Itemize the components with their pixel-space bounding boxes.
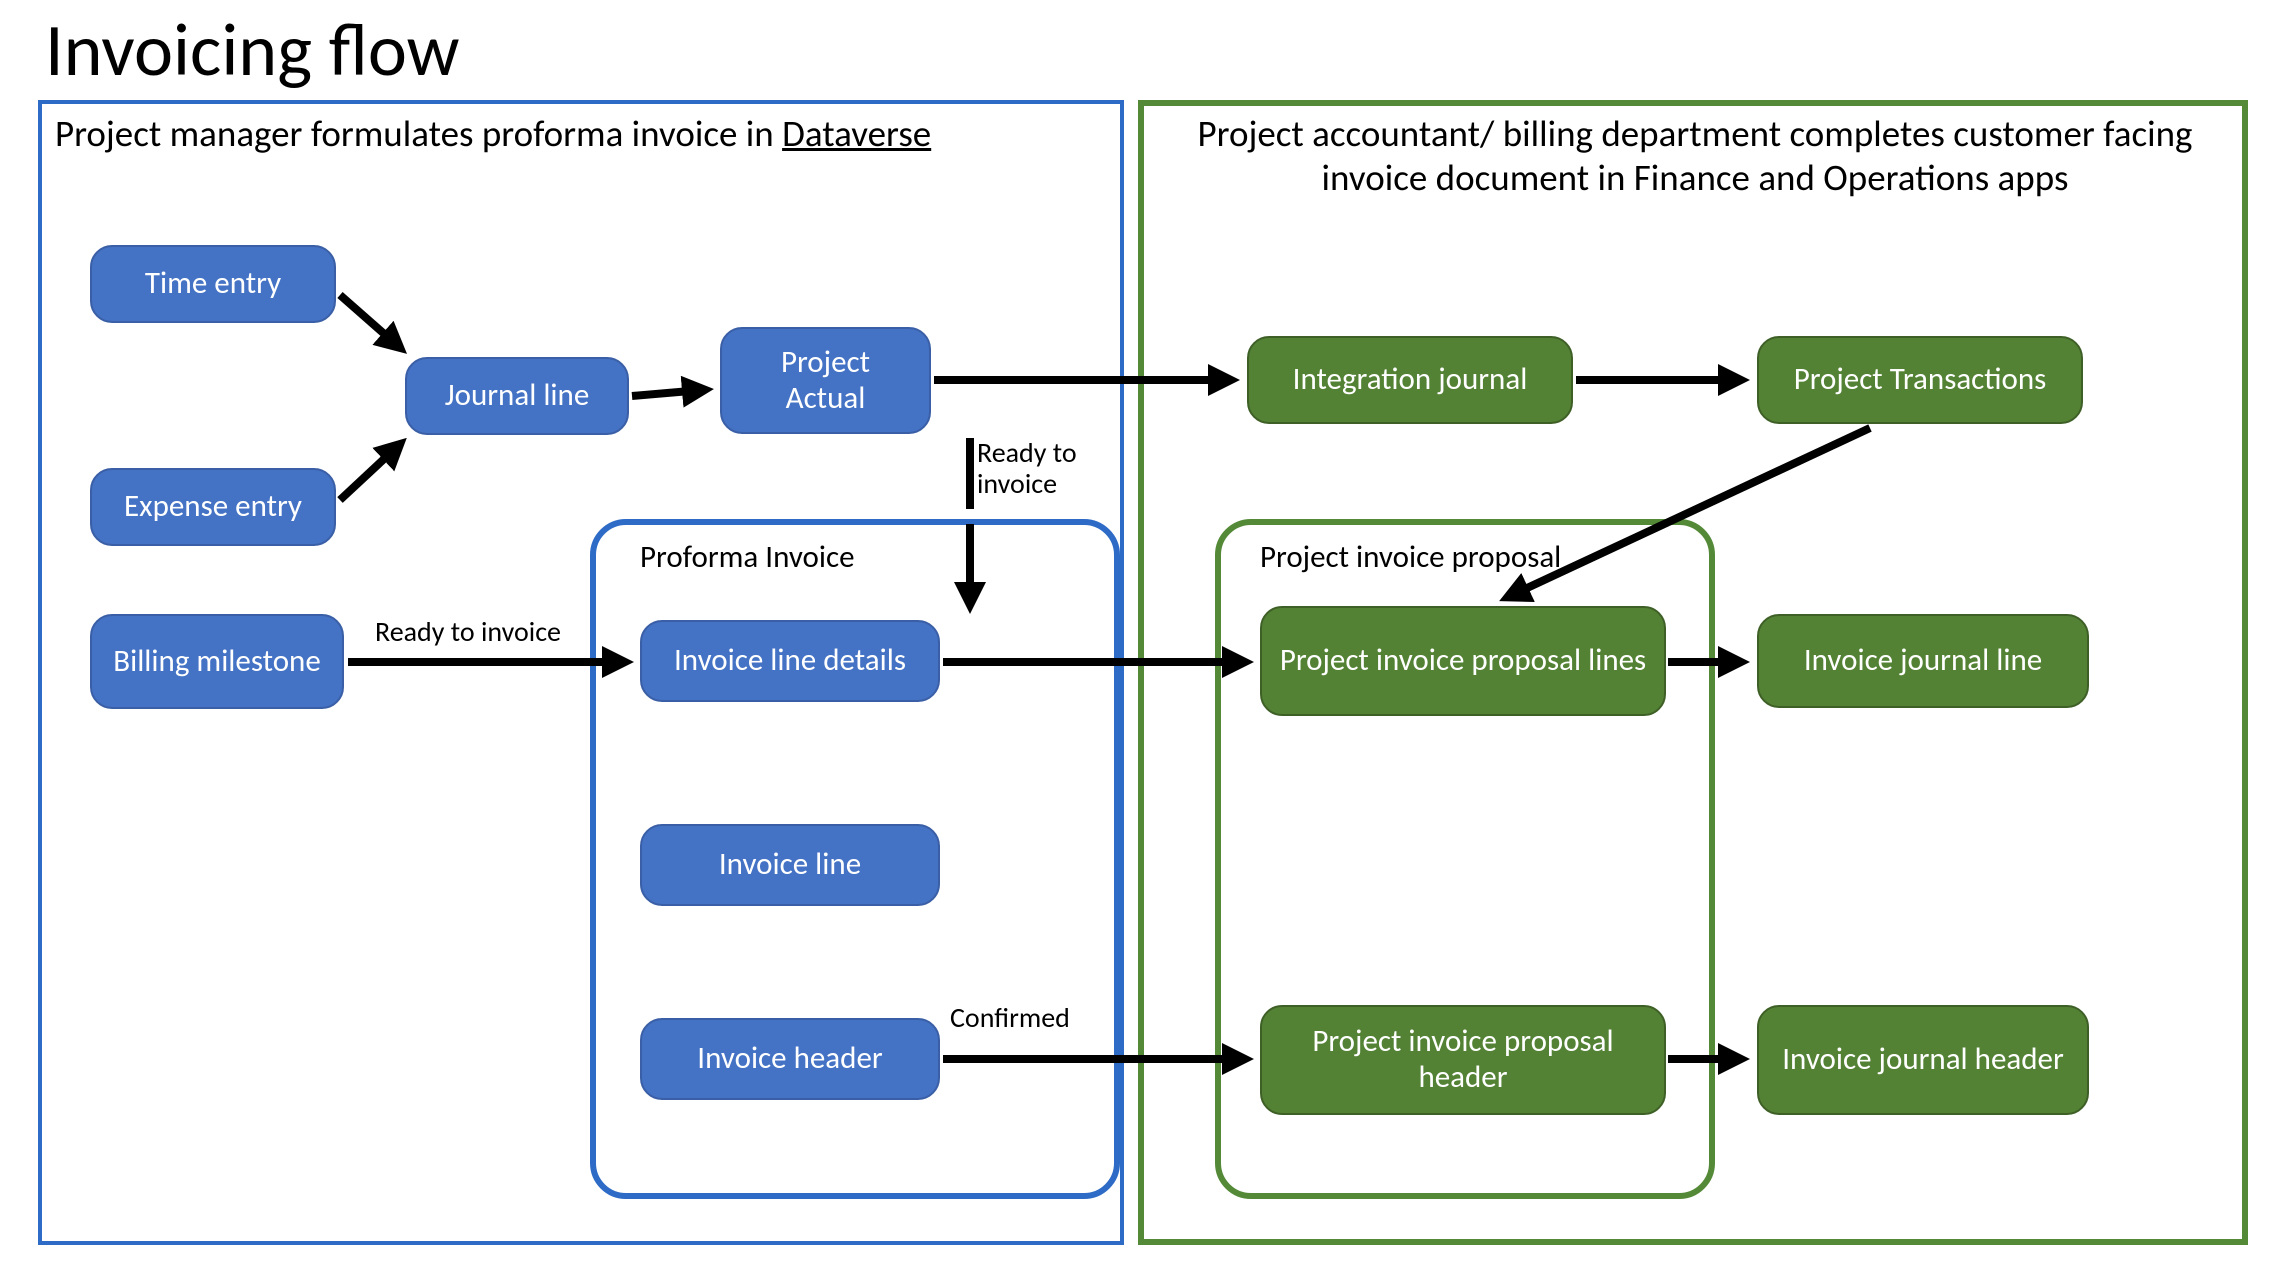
diagram-canvas: Invoicing flow Project manager formulate…	[0, 0, 2288, 1264]
region-dataverse-label-underlined: Dataverse	[782, 111, 931, 156]
node-journal-line: Journal line	[405, 357, 629, 435]
diagram-title: Invoicing flow	[45, 5, 460, 95]
region-dataverse-label: Project manager formulates proforma invo…	[55, 112, 1110, 156]
subregion-project-invoice-proposal-label: Project invoice proposal	[1260, 538, 1561, 576]
node-project-actual: Project Actual	[720, 327, 931, 434]
node-time-entry: Time entry	[90, 245, 336, 323]
node-billing-milestone: Billing milestone	[90, 614, 344, 709]
node-invoice-header: Invoice header	[640, 1018, 940, 1100]
node-project-invoice-proposal-header: Project invoice proposal header	[1260, 1005, 1666, 1115]
node-project-transactions: Project Transactions	[1757, 336, 2083, 424]
node-invoice-journal-header: Invoice journal header	[1757, 1005, 2089, 1115]
region-dataverse-label-prefix: Project manager formulates proforma invo…	[55, 111, 782, 156]
edge-label-ready-to-invoice-actual: Ready to invoice	[977, 438, 1097, 500]
node-invoice-journal-line: Invoice journal line	[1757, 614, 2089, 708]
edge-label-confirmed: Confirmed	[950, 1000, 1070, 1035]
node-project-invoice-proposal-lines: Project invoice proposal lines	[1260, 606, 1666, 716]
subregion-proforma-invoice-label: Proforma Invoice	[640, 538, 855, 576]
region-fo-apps-label: Project accountant/ billing department c…	[1155, 112, 2235, 201]
edge-label-ready-to-invoice-milestone: Ready to invoice	[375, 614, 561, 649]
node-invoice-line: Invoice line	[640, 824, 940, 906]
node-expense-entry: Expense entry	[90, 468, 336, 546]
node-integration-journal: Integration journal	[1247, 336, 1573, 424]
node-invoice-line-details: Invoice line details	[640, 620, 940, 702]
